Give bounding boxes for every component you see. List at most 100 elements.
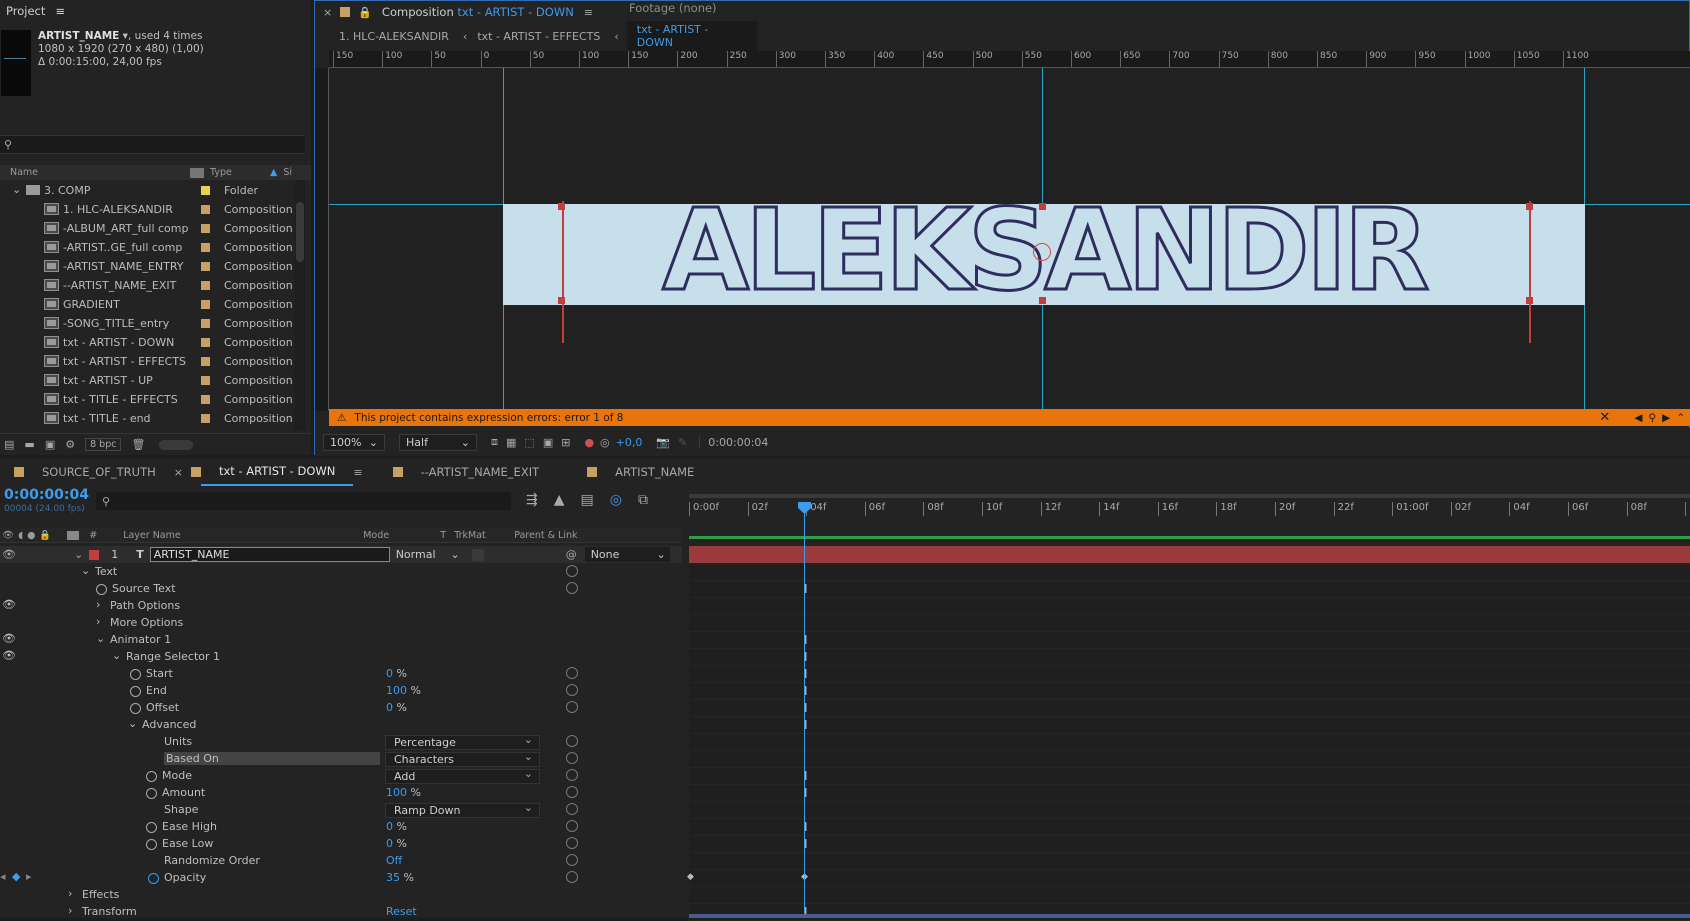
project-item-row[interactable]: --ARTIST_NAME_EXIT Composition [0, 276, 295, 295]
panel-menu-icon[interactable]: ≡ [55, 4, 65, 18]
label-color-swatch[interactable] [201, 205, 210, 214]
project-search-input[interactable]: ⚲ [0, 135, 305, 154]
previous-keyframe-icon[interactable]: ◂ [0, 870, 6, 883]
expression-pick-whip-icon[interactable] [566, 667, 578, 679]
chevron-down-icon[interactable]: ⌄ [12, 183, 21, 196]
chevron-down-icon[interactable]: ⌄ [96, 632, 105, 645]
timeline-search-input[interactable]: ⚲ [96, 492, 511, 510]
stopwatch-icon[interactable] [148, 873, 159, 884]
property-row[interactable]: Offset 0 % [0, 700, 682, 717]
tab-artist-name-exit[interactable]: --ARTIST_NAME_EXIT [403, 458, 558, 486]
property-dropdown[interactable]: Percentage [385, 733, 540, 750]
chevron-down-icon[interactable]: ⌄ [74, 548, 83, 561]
horizontal-ruler[interactable]: 150 100 50 0 50 100 150 200 250 300 350 400 450 500 55… [329, 51, 1690, 68]
collapse-icon[interactable]: ⌃ [1676, 412, 1685, 424]
eye-icon[interactable]: 👁 [2, 598, 16, 611]
draft-3d-icon[interactable]: ▲ [554, 492, 565, 508]
stopwatch-icon[interactable] [130, 669, 141, 680]
property-row[interactable]: › Effects [0, 887, 682, 904]
parent-select[interactable]: None ⌄ [584, 547, 670, 562]
property-value[interactable]: 0 % [386, 837, 407, 850]
time-ruler[interactable]: 0:00f 02f 04f 06f 08f 10f 12f 14f 16f 18f 20f 22f 01… [689, 494, 1690, 528]
label-color-swatch[interactable] [201, 243, 210, 252]
property-value[interactable]: 0 % [386, 701, 407, 714]
tab-source-of-truth[interactable]: SOURCE_OF_TRUTH [24, 458, 174, 486]
chevron-down-icon[interactable]: ⌄ [128, 717, 137, 730]
snapshot-icon[interactable]: 📷 [656, 436, 670, 449]
property-row[interactable]: Shape Ramp Down [0, 801, 682, 819]
property-row[interactable]: 👁 ⌄ Animator 1 [0, 632, 682, 649]
property-value[interactable]: Off [386, 854, 402, 867]
label-color-swatch[interactable] [201, 338, 210, 347]
stopwatch-icon[interactable] [146, 771, 157, 782]
timeline-scrollbar[interactable] [689, 914, 1690, 918]
timeline-time-display[interactable]: 0:00:00:04 00004 (24.00 fps) [4, 488, 89, 516]
label-color-swatch[interactable] [201, 281, 210, 290]
anchor-point-icon[interactable] [1033, 243, 1051, 261]
label-color-swatch[interactable] [201, 357, 210, 366]
property-dropdown[interactable]: Add [385, 767, 540, 784]
keyframe-icon[interactable]: ◆ [687, 872, 694, 882]
property-row[interactable]: ⌄ Text [0, 564, 682, 581]
project-item-row[interactable]: -ARTIST..GE_full comp Composition [0, 238, 295, 257]
zoom-select[interactable]: 100% ⌄ [323, 433, 385, 451]
tab-composition[interactable]: Composition txt - ARTIST - DOWN [372, 1, 584, 23]
project-item-row[interactable]: GRADIENT Composition [0, 295, 295, 314]
label-color-swatch[interactable] [201, 376, 210, 385]
graph-editor-icon[interactable]: ⧉ [638, 492, 648, 508]
stopwatch-icon[interactable] [130, 686, 141, 697]
grid-guides-icon[interactable]: ⊞ [561, 436, 570, 449]
value-number[interactable]: 0 [386, 820, 393, 833]
close-icon[interactable]: × [174, 466, 183, 479]
transform-handle[interactable] [1039, 297, 1046, 304]
project-item-row[interactable]: -SONG_TITLE_entry Composition [0, 314, 295, 333]
current-timecode[interactable]: 0:00:00:04 [4, 488, 89, 502]
pick-whip-icon[interactable]: @ [566, 548, 577, 561]
next-error-icon[interactable]: ▶ [1662, 412, 1670, 424]
label-tag-icon[interactable] [67, 530, 80, 540]
chevron-down-icon[interactable]: ⌄ [112, 649, 121, 662]
sort-ascending-icon[interactable]: ▲ [270, 167, 277, 178]
current-time[interactable]: 0:00:00:04 [699, 435, 776, 449]
property-row[interactable]: 👁 ⌄ Range Selector 1 [0, 649, 682, 666]
region-of-interest-icon[interactable]: ▣ [543, 436, 553, 449]
property-row[interactable]: › Transform Reset [0, 904, 682, 921]
transform-handle[interactable] [1526, 297, 1533, 304]
transform-handle[interactable] [1526, 203, 1533, 210]
expression-pick-whip-icon[interactable] [566, 854, 578, 866]
expression-pick-whip-icon[interactable] [566, 837, 578, 849]
transparency-grid-icon[interactable]: ▦ [506, 436, 516, 449]
search-icon[interactable]: ⚲ [1648, 412, 1656, 424]
expression-pick-whip-icon[interactable] [566, 752, 578, 764]
exposure-value[interactable]: +0,0 [616, 436, 643, 449]
mask-visibility-icon[interactable]: ⬚ [524, 436, 534, 449]
expression-pick-whip-icon[interactable] [566, 701, 578, 713]
project-item-row[interactable]: txt - ARTIST - UP Composition [0, 371, 295, 390]
channels-icon[interactable]: ● [584, 436, 594, 449]
label-color-swatch[interactable] [201, 414, 210, 423]
property-value[interactable]: 100 % [386, 684, 421, 697]
new-composition-icon[interactable]: ▣ [45, 438, 55, 451]
property-row[interactable]: ⌄ Advanced [0, 717, 682, 734]
property-row[interactable]: Ease High 0 % [0, 819, 682, 836]
property-row[interactable]: ◂ ◆ ▸ Opacity 35 % [0, 870, 682, 887]
property-row[interactable]: End 100 % [0, 683, 682, 700]
column-parent[interactable]: Parent & Link [514, 530, 577, 541]
expression-pick-whip-icon[interactable] [566, 803, 578, 815]
stopwatch-icon[interactable] [130, 703, 141, 714]
work-area-bar[interactable] [689, 494, 1690, 498]
property-row[interactable]: Source Text [0, 581, 682, 598]
column-mode[interactable]: Mode [363, 530, 440, 541]
property-value[interactable]: Reset [386, 905, 417, 918]
label-color-swatch[interactable] [89, 549, 100, 560]
label-tag-icon[interactable] [190, 167, 204, 178]
label-color-swatch[interactable] [201, 395, 210, 404]
project-scrollbar[interactable] [295, 180, 305, 430]
label-color-swatch[interactable] [201, 319, 210, 328]
property-row[interactable]: Start 0 % [0, 666, 682, 683]
expression-pick-whip-icon[interactable] [566, 582, 578, 594]
breadcrumb-active[interactable]: txt - ARTIST - DOWN [626, 21, 757, 51]
column-type[interactable]: Type [210, 167, 270, 178]
new-folder-icon[interactable]: ▬ [24, 438, 34, 451]
show-snapshot-icon[interactable]: ✎ [678, 436, 687, 449]
